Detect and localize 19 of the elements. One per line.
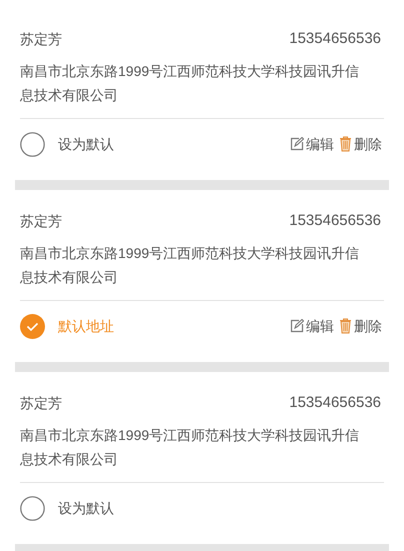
trash-icon (339, 136, 352, 152)
phone-number: 15354656536 (289, 28, 382, 49)
recipient-name: 苏定芳 (20, 212, 62, 230)
edit-icon (290, 137, 304, 151)
phone-number: 15354656536 (289, 210, 382, 231)
edit-icon (290, 319, 304, 333)
address-text: 南昌市北京东路1999号江西师范科技大学科技园讯升信息技术有限公司 (20, 62, 360, 105)
phone-number: 15354656536 (289, 392, 382, 413)
edit-button[interactable]: 编辑 (290, 134, 334, 154)
address-text: 南昌市北京东路1999号江西师范科技大学科技园讯升信息技术有限公司 (20, 426, 360, 469)
trash-icon (339, 318, 352, 334)
recipient-name: 苏定芳 (20, 30, 62, 48)
delete-button[interactable]: 删除 (339, 316, 382, 336)
delete-button[interactable]: 删除 (339, 134, 382, 154)
address-text: 南昌市北京东路1999号江西师范科技大学科技园讯升信息技术有限公司 (20, 244, 360, 287)
recipient-name: 苏定芳 (20, 394, 62, 412)
edit-button[interactable]: 编辑 (290, 316, 334, 336)
set-default-button[interactable]: 设为默认 (20, 132, 114, 156)
set-default-button[interactable]: 设为默认 (20, 496, 114, 520)
